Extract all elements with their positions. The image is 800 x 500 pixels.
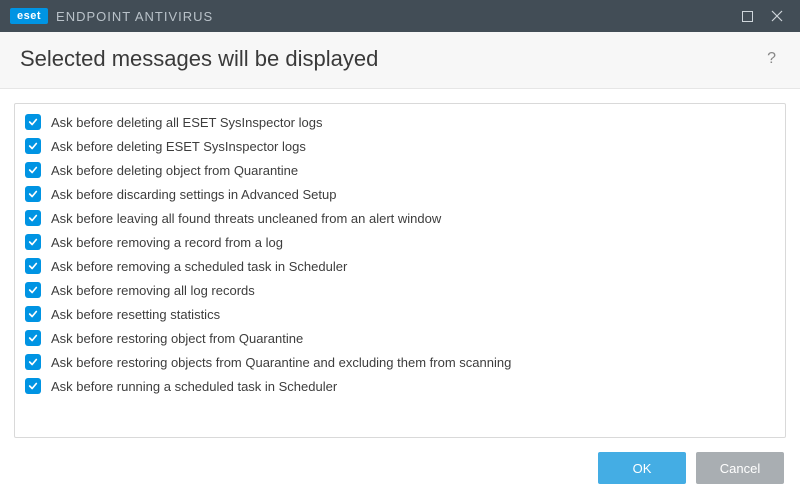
list-item[interactable]: Ask before removing a record from a log (19, 230, 781, 254)
list-item-label: Ask before restoring object from Quarant… (51, 331, 303, 346)
titlebar: eset ENDPOINT ANTIVIRUS (0, 0, 800, 32)
checkbox[interactable] (25, 186, 41, 202)
list-item[interactable]: Ask before leaving all found threats unc… (19, 206, 781, 230)
list-item-label: Ask before deleting ESET SysInspector lo… (51, 139, 306, 154)
page-title: Selected messages will be displayed (20, 46, 378, 72)
check-icon (28, 381, 38, 391)
checkbox[interactable] (25, 162, 41, 178)
list-item[interactable]: Ask before deleting all ESET SysInspecto… (19, 110, 781, 134)
check-icon (28, 213, 38, 223)
check-icon (28, 237, 38, 247)
checkbox[interactable] (25, 306, 41, 322)
check-icon (28, 309, 38, 319)
list-item[interactable]: Ask before deleting object from Quaranti… (19, 158, 781, 182)
check-icon (28, 333, 38, 343)
list-item-label: Ask before deleting object from Quaranti… (51, 163, 298, 178)
content: Ask before deleting all ESET SysInspecto… (0, 89, 800, 438)
list-item-label: Ask before removing a scheduled task in … (51, 259, 347, 274)
list-item[interactable]: Ask before resetting statistics (19, 302, 781, 326)
list-item[interactable]: Ask before removing all log records (19, 278, 781, 302)
checkbox[interactable] (25, 330, 41, 346)
list-item-label: Ask before discarding settings in Advanc… (51, 187, 336, 202)
check-icon (28, 357, 38, 367)
check-icon (28, 117, 38, 127)
maximize-icon (742, 11, 753, 22)
list-item[interactable]: Ask before removing a scheduled task in … (19, 254, 781, 278)
brand-badge: eset (10, 8, 48, 24)
check-icon (28, 141, 38, 151)
list-item-label: Ask before deleting all ESET SysInspecto… (51, 115, 322, 130)
checkbox[interactable] (25, 210, 41, 226)
brand-name: ENDPOINT ANTIVIRUS (56, 9, 213, 24)
list-item-label: Ask before leaving all found threats unc… (51, 211, 441, 226)
check-icon (28, 261, 38, 271)
cancel-button[interactable]: Cancel (696, 452, 784, 484)
checkbox[interactable] (25, 114, 41, 130)
list-item[interactable]: Ask before restoring object from Quarant… (19, 326, 781, 350)
checkbox[interactable] (25, 378, 41, 394)
close-button[interactable] (762, 0, 792, 32)
close-icon (771, 10, 783, 22)
list-item[interactable]: Ask before restoring objects from Quaran… (19, 350, 781, 374)
list-item[interactable]: Ask before discarding settings in Advanc… (19, 182, 781, 206)
checkbox[interactable] (25, 282, 41, 298)
footer: OK Cancel (0, 438, 800, 500)
checkbox[interactable] (25, 138, 41, 154)
maximize-button[interactable] (732, 0, 762, 32)
list-item-label: Ask before restoring objects from Quaran… (51, 355, 511, 370)
help-icon[interactable]: ? (763, 46, 780, 72)
list-item-label: Ask before resetting statistics (51, 307, 220, 322)
list-item-label: Ask before removing a record from a log (51, 235, 283, 250)
ok-button[interactable]: OK (598, 452, 686, 484)
list-item[interactable]: Ask before running a scheduled task in S… (19, 374, 781, 398)
list-item[interactable]: Ask before deleting ESET SysInspector lo… (19, 134, 781, 158)
check-icon (28, 285, 38, 295)
list-item-label: Ask before running a scheduled task in S… (51, 379, 337, 394)
subheader: Selected messages will be displayed ? (0, 32, 800, 89)
message-list[interactable]: Ask before deleting all ESET SysInspecto… (14, 103, 786, 438)
checkbox[interactable] (25, 258, 41, 274)
checkbox[interactable] (25, 234, 41, 250)
check-icon (28, 189, 38, 199)
checkbox[interactable] (25, 354, 41, 370)
check-icon (28, 165, 38, 175)
list-item-label: Ask before removing all log records (51, 283, 255, 298)
